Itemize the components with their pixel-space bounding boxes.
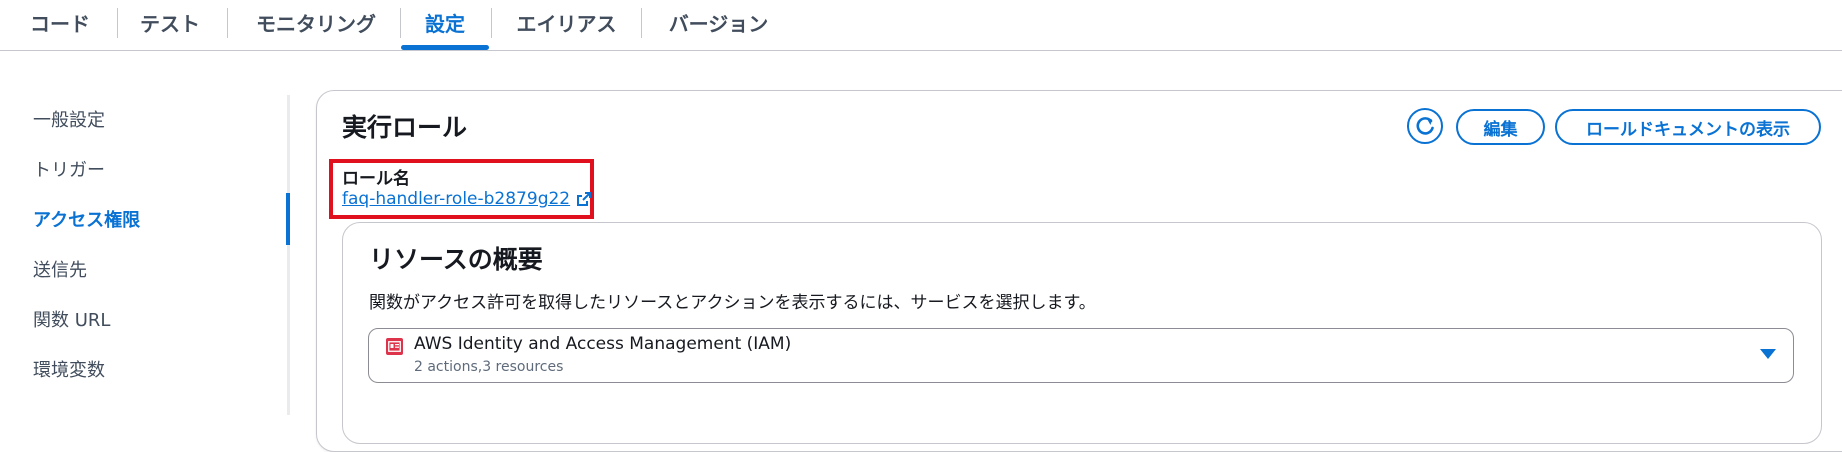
tab-divider xyxy=(117,8,118,38)
sidebar-item-environment-variables[interactable]: 環境変数 xyxy=(33,356,105,382)
execution-role-title: 実行ロール xyxy=(342,113,468,142)
tab-configuration[interactable]: 設定 xyxy=(401,0,489,50)
refresh-icon xyxy=(1416,117,1434,135)
tab-monitoring[interactable]: モニタリング xyxy=(251,0,381,44)
view-role-document-button[interactable]: ロールドキュメントの表示 xyxy=(1555,109,1821,145)
role-name-text: faq-handler-role-b2879g22 xyxy=(342,189,571,209)
caret-down-icon[interactable] xyxy=(1760,349,1776,359)
role-name-link[interactable]: faq-handler-role-b2879g22 xyxy=(342,189,592,209)
tab-test[interactable]: テスト xyxy=(140,0,200,44)
tab-aliases[interactable]: エイリアス xyxy=(515,0,618,44)
tab-divider xyxy=(227,8,228,38)
iam-service-icon xyxy=(386,338,403,355)
external-link-icon xyxy=(577,192,592,206)
sidebar-item-triggers[interactable]: トリガー xyxy=(33,156,105,182)
selected-service-name: AWS Identity and Access Management (IAM) xyxy=(414,334,792,354)
resource-summary-title: リソースの概要 xyxy=(369,245,543,274)
role-name-label: ロール名 xyxy=(342,169,410,189)
selected-service-detail: 2 actions,3 resources xyxy=(414,359,564,375)
refresh-button[interactable] xyxy=(1407,108,1443,144)
sidebar-item-permissions[interactable]: アクセス権限 xyxy=(33,206,140,232)
sidebar-item-function-url[interactable]: 関数 URL xyxy=(33,306,110,332)
tab-versions[interactable]: バージョン xyxy=(667,0,770,44)
sidebar-item-destinations[interactable]: 送信先 xyxy=(33,256,87,282)
tab-code[interactable]: コード xyxy=(30,0,90,44)
side-nav-active-indicator xyxy=(286,193,290,245)
sidebar-item-general[interactable]: 一般設定 xyxy=(33,106,105,132)
side-nav-rail xyxy=(287,95,290,415)
tab-bar: コード テスト モニタリング 設定 エイリアス バージョン xyxy=(0,0,1842,51)
tab-divider xyxy=(641,8,642,38)
tab-divider xyxy=(491,8,492,38)
resource-summary-description: 関数がアクセス許可を取得したリソースとアクションを表示するには、サービスを選択し… xyxy=(369,293,1096,313)
edit-button[interactable]: 編集 xyxy=(1456,109,1545,145)
